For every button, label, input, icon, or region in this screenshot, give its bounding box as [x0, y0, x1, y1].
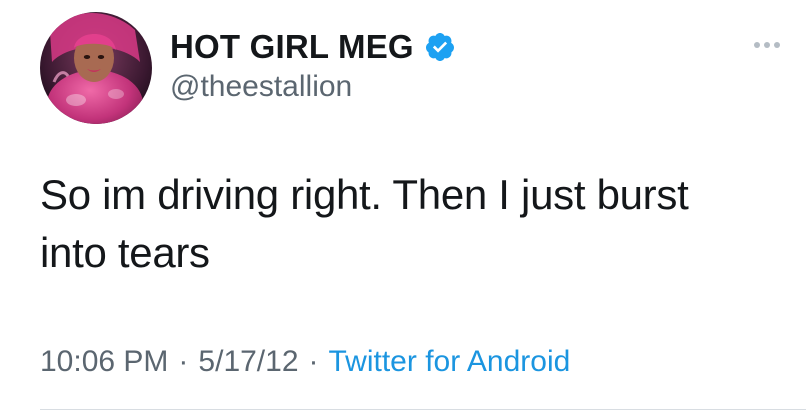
more-dots-icon: [754, 42, 780, 48]
tweet-text-line-2: into tears: [40, 229, 210, 276]
author-display-name[interactable]: HOT GIRL MEG: [170, 28, 414, 66]
tweet-card: HOT GIRL MEG @theestallion So im driving…: [0, 0, 806, 413]
verified-badge-icon: [424, 31, 456, 63]
avatar[interactable]: [40, 12, 152, 124]
tweet-date[interactable]: 5/17/12: [198, 345, 298, 379]
avatar-image: [40, 12, 152, 124]
tweet-source-link[interactable]: Twitter for Android: [329, 345, 571, 379]
tweet-time[interactable]: 10:06 PM: [40, 345, 168, 379]
author-name-row: HOT GIRL MEG: [170, 24, 456, 70]
more-options-button[interactable]: [750, 36, 784, 54]
meta-separator: ·: [178, 345, 189, 378]
tweet-text: So im driving right. Then I just burst i…: [40, 166, 780, 282]
tweet-text-line-1: So im driving right. Then I just burst: [40, 171, 689, 218]
tweet-meta: 10:06 PM · 5/17/12 · Twitter for Android: [40, 340, 570, 384]
meta-separator: ·: [308, 345, 319, 378]
divider: [40, 409, 806, 410]
author-handle[interactable]: @theestallion: [170, 70, 352, 104]
